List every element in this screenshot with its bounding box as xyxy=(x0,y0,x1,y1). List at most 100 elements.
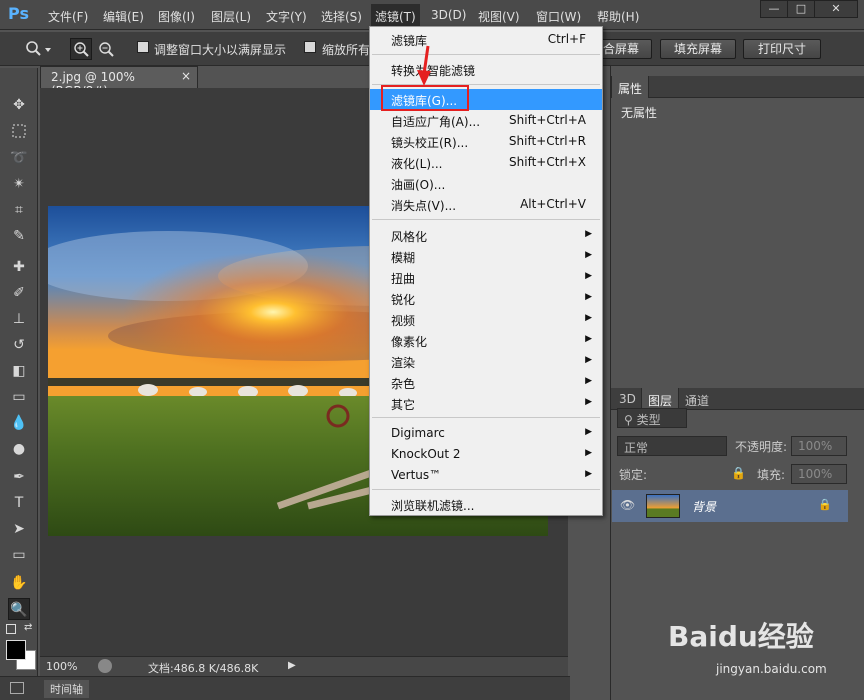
zoom-out-icon[interactable] xyxy=(96,39,118,61)
tab-3d[interactable]: 3D xyxy=(613,388,642,410)
menu-item-lens-correction[interactable]: 镜头校正(R)... Shift+Ctrl+R xyxy=(370,131,602,152)
menu-filter[interactable]: 滤镜(T) xyxy=(371,4,420,28)
fill-screen-button[interactable]: 填充屏幕 xyxy=(660,39,736,59)
zoom-tool-preset-icon[interactable] xyxy=(22,38,52,60)
document-tab[interactable]: 2.jpg @ 100%(RGB/8#) × xyxy=(40,66,198,98)
menu-item-blur[interactable]: 模糊 ▶ xyxy=(370,246,602,267)
zoom-in-icon[interactable] xyxy=(70,38,92,60)
submenu-arrow-icon: ▶ xyxy=(585,250,592,260)
menu-select[interactable]: 选择(S) xyxy=(321,8,362,25)
brush-tool-icon[interactable]: ✐ xyxy=(8,282,30,304)
resize-windows-label: 调整窗口大小以满屏显示 xyxy=(154,43,287,57)
type-tool-icon[interactable]: T xyxy=(8,492,30,514)
swap-colors-icon[interactable]: ⇄ xyxy=(24,622,32,633)
menu-separator xyxy=(372,417,600,418)
hand-tool-icon[interactable]: ✋ xyxy=(8,572,30,594)
maximize-button[interactable]: □ xyxy=(787,0,815,18)
layer-kind-filter[interactable]: ⚲ 类型 xyxy=(617,408,687,428)
menu-item-browse-filters[interactable]: 浏览联机滤镜... xyxy=(370,494,602,515)
opacity-input[interactable]: 100% xyxy=(791,436,847,456)
print-size-button[interactable]: 打印尺寸 xyxy=(743,39,821,59)
menu-help[interactable]: 帮助(H) xyxy=(597,8,639,25)
menu-item-pixelate[interactable]: 像素化 ▶ xyxy=(370,330,602,351)
submenu-arrow-icon: ▶ xyxy=(585,397,592,407)
zoom-all-checkbox[interactable] xyxy=(304,41,316,53)
status-bar: 100% 文档:486.8 K/486.8K ▶ xyxy=(40,656,568,676)
zoom-level[interactable]: 100% xyxy=(46,660,77,673)
document-close-icon[interactable]: × xyxy=(181,69,191,83)
menu-separator xyxy=(372,489,600,490)
menu-item-other[interactable]: 其它 ▶ xyxy=(370,393,602,414)
submenu-arrow-icon: ▶ xyxy=(585,271,592,281)
path-selection-tool-icon[interactable]: ➤ xyxy=(8,518,30,540)
status-menu-arrow-icon[interactable]: ▶ xyxy=(288,660,296,671)
layers-panel-header: 3D 图层 通道 xyxy=(611,388,864,410)
menu-item-digimarc[interactable]: Digimarc ▶ xyxy=(370,423,602,444)
magic-wand-tool-icon[interactable]: ✴ xyxy=(8,173,30,195)
eye-icon[interactable]: 👁 xyxy=(620,498,635,512)
tab-properties[interactable]: 属性 xyxy=(611,76,650,98)
history-brush-tool-icon[interactable]: ↺ xyxy=(8,334,30,356)
healing-brush-tool-icon[interactable]: ✚ xyxy=(8,256,30,278)
eraser-tool-icon[interactable]: ◧ xyxy=(8,360,30,382)
menu-item-video[interactable]: 视频 ▶ xyxy=(370,309,602,330)
menu-3d[interactable]: 3D(D) xyxy=(431,8,466,22)
lasso-tool-icon[interactable]: ➰ xyxy=(8,147,30,169)
tab-layers[interactable]: 图层 xyxy=(641,388,680,410)
submenu-arrow-icon: ▶ xyxy=(585,376,592,386)
timeline-icon xyxy=(10,682,24,694)
submenu-arrow-icon: ▶ xyxy=(585,448,592,458)
menu-item-convert-smart[interactable]: 转换为智能滤镜 xyxy=(370,59,602,80)
move-tool-icon[interactable]: ✥ xyxy=(8,94,30,116)
layer-row[interactable]: 👁 背景 🔒 xyxy=(612,490,848,522)
crop-tool-icon[interactable]: ⌗ xyxy=(8,199,30,221)
layer-name[interactable]: 背景 xyxy=(692,498,716,515)
blend-mode-select[interactable]: 正常 xyxy=(617,436,727,456)
dodge-tool-icon[interactable]: ● xyxy=(8,438,30,460)
layer-thumbnail xyxy=(646,494,680,518)
menu-type[interactable]: 文字(Y) xyxy=(266,8,307,25)
menu-item-liquify[interactable]: 液化(L)... Shift+Ctrl+X xyxy=(370,152,602,173)
menu-image[interactable]: 图像(I) xyxy=(158,8,195,25)
timeline-panel: 时间轴 xyxy=(0,676,570,700)
rectangle-tool-icon[interactable]: ▭ xyxy=(8,544,30,566)
menu-item-render[interactable]: 渲染 ▶ xyxy=(370,351,602,372)
status-icon[interactable] xyxy=(98,659,112,673)
menu-view[interactable]: 视图(V) xyxy=(478,8,520,25)
menu-item-oil-paint[interactable]: 油画(O)... xyxy=(370,173,602,194)
menu-layer[interactable]: 图层(L) xyxy=(211,8,251,25)
minimize-button[interactable]: — xyxy=(760,0,788,18)
fill-input[interactable]: 100% xyxy=(791,464,847,484)
tab-channels[interactable]: 通道 xyxy=(679,388,715,410)
default-colors-icon[interactable] xyxy=(6,624,16,634)
menu-item-noise[interactable]: 杂色 ▶ xyxy=(370,372,602,393)
submenu-arrow-icon: ▶ xyxy=(585,313,592,323)
gradient-tool-icon[interactable]: ▭ xyxy=(8,386,30,408)
foreground-color-swatch[interactable] xyxy=(6,640,26,660)
menu-item-adaptive-wide-angle[interactable]: 自适应广角(A)... Shift+Ctrl+A xyxy=(370,110,602,131)
menu-item-last-filter[interactable]: 滤镜库 Ctrl+F xyxy=(370,29,602,50)
timeline-tab[interactable]: 时间轴 xyxy=(44,680,89,698)
menu-item-sharpen[interactable]: 锐化 ▶ xyxy=(370,288,602,309)
menu-item-knockout[interactable]: KnockOut 2 ▶ xyxy=(370,444,602,465)
submenu-arrow-icon: ▶ xyxy=(585,334,592,344)
close-button[interactable]: ✕ xyxy=(814,0,858,18)
lock-icon[interactable]: 🔒 xyxy=(731,466,746,480)
menu-item-distort[interactable]: 扭曲 ▶ xyxy=(370,267,602,288)
submenu-arrow-icon: ▶ xyxy=(585,355,592,365)
resize-windows-checkbox[interactable] xyxy=(137,41,149,53)
clone-stamp-tool-icon[interactable]: ⊥ xyxy=(8,308,30,330)
menu-item-vertus[interactable]: Vertus™ ▶ xyxy=(370,465,602,486)
zoom-tool-icon[interactable]: 🔍 xyxy=(8,598,30,620)
pen-tool-icon[interactable]: ✒ xyxy=(8,466,30,488)
menu-item-vanishing-point[interactable]: 消失点(V)... Alt+Ctrl+V xyxy=(370,194,602,215)
menu-edit[interactable]: 编辑(E) xyxy=(103,8,144,25)
eyedropper-tool-icon[interactable]: ✎ xyxy=(8,225,30,247)
menu-file[interactable]: 文件(F) xyxy=(48,8,88,25)
blur-tool-icon[interactable]: 💧 xyxy=(8,412,30,434)
marquee-tool-icon[interactable] xyxy=(8,120,30,142)
submenu-arrow-icon: ▶ xyxy=(585,427,592,437)
menu-item-stylize[interactable]: 风格化 ▶ xyxy=(370,225,602,246)
menu-window[interactable]: 窗口(W) xyxy=(536,8,581,25)
right-panels: 属性 无属性 3D 图层 通道 ⚲ 类型 正常 不透明度: 100% 锁定: 🔒… xyxy=(610,66,864,700)
